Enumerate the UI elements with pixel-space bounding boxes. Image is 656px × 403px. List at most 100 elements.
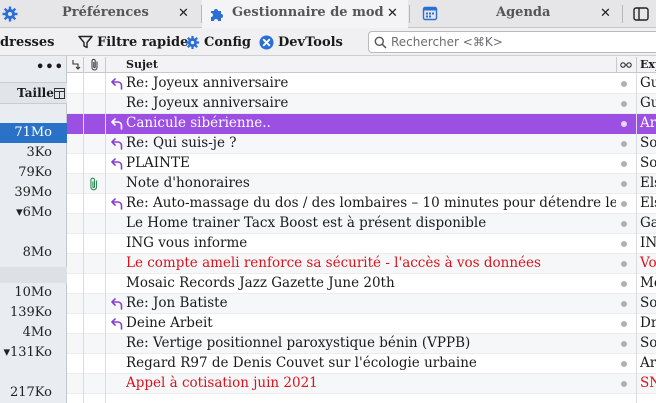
message-row[interactable]: Appel à cotisation juin 2021 SN [67,374,656,394]
message-row[interactable]: PLAINTE Sol [67,154,656,174]
folder-size[interactable]: ▾131Ko [0,345,52,360]
read-status-dot[interactable] [621,81,627,87]
read-status-dot[interactable] [621,261,627,267]
message-row[interactable]: Le Home trainer Tacx Boost est à présent… [67,214,656,234]
tab-module-manager[interactable]: Gestionnaire de modules ✕ [202,0,408,28]
attachment-column-icon[interactable] [90,58,100,71]
thread-column-icon[interactable] [71,59,81,70]
read-status-dot[interactable] [621,101,627,107]
sender-column-label: Exp [640,58,656,71]
folder-size[interactable]: 4Mo [0,325,52,340]
close-icon[interactable]: ✕ [178,6,189,21]
read-status-column-icon[interactable] [620,61,632,69]
close-icon[interactable]: ✕ [387,6,398,21]
message-row[interactable]: Re: Joyeux anniversaire Gu [67,74,656,94]
read-status-dot[interactable] [621,241,627,247]
folder-size[interactable]: ▾6Mo [0,205,52,220]
folder-size[interactable]: 79Ko [0,165,52,180]
read-status-dot[interactable] [621,281,627,287]
read-status-dot[interactable] [621,361,627,367]
message-subject: Re: Qui suis-je ? [126,135,237,151]
reply-icon [111,158,123,170]
quick-filter-button[interactable]: Filtre rapide [78,28,188,56]
message-sender: Dr [640,315,656,331]
message-row[interactable]: Re: Auto-massage du dos / des lombaires … [67,194,656,214]
message-subject: Appel à cotisation juin 2021 [126,375,318,391]
folder-size[interactable]: 139Ko [0,305,52,320]
read-status-dot[interactable] [621,181,627,187]
address-book-button[interactable]: dresses [0,28,54,56]
read-status-dot[interactable] [621,161,627,167]
message-sender: Vo [640,255,656,271]
read-status-dot[interactable] [621,321,627,327]
read-status-dot[interactable] [621,141,627,147]
close-icon[interactable]: ✕ [600,6,611,21]
reply-icon [111,298,123,310]
message-sender: Els [640,175,656,191]
message-sender: Sol [640,295,656,311]
read-status-dot[interactable] [621,301,627,307]
message-row[interactable]: Mosaic Records Jazz Gazette June 20th Mo [67,274,656,294]
column-picker-icon[interactable] [54,88,65,99]
search-icon [374,36,387,49]
folder-pane-menu-button[interactable]: ••• [36,60,64,75]
subject-column-header[interactable]: Sujet [126,56,158,73]
tab-preferences-label: Préférences [62,5,149,20]
message-list: Sujet Exp Re: Joyeux anniversaireGuRe: J… [67,56,656,403]
message-subject: Re: Joyeux anniversaire [126,95,289,111]
message-row[interactable]: Deine Arbeit Dr [67,314,656,334]
reply-icon [111,198,123,210]
message-row[interactable]: Re: Qui suis-je ? Sol [67,134,656,154]
config-button[interactable]: Config [185,28,251,56]
folder-size[interactable]: 217Ko [0,385,52,400]
message-subject: Canicule sibérienne.. [126,115,271,131]
tab-left-gear[interactable] [0,0,40,28]
message-sender: Ar [640,355,656,371]
search-box[interactable] [368,31,656,53]
read-status-dot[interactable] [621,381,627,387]
gear-icon [2,6,18,22]
address-book-label: dresses [0,34,55,50]
message-subject: Note d'honoraires [126,175,250,191]
read-status-dot[interactable] [621,341,627,347]
tab-preferences[interactable]: Préférences ✕ [40,0,200,28]
read-status-dot[interactable] [621,201,627,207]
devtools-button[interactable]: DevTools [259,28,343,56]
message-subject: Regard R97 de Denis Couvet sur l'écologi… [126,355,477,371]
search-input[interactable] [391,35,651,49]
folder-size[interactable]: 10Mo [0,285,52,300]
read-status-dot[interactable] [621,221,627,227]
tab-agenda[interactable]: Agenda ✕ [410,0,620,28]
folder-size[interactable]: 71Mo [0,125,52,140]
message-row[interactable]: Re: Vertige positionnel paroxystique bén… [67,334,656,354]
calendar-icon [422,6,438,21]
tab-agenda-label: Agenda [496,5,551,20]
message-sender: Ar [640,115,656,131]
message-row[interactable]: Re: Joyeux anniversaire Gu [67,94,656,114]
folder-size[interactable]: 39Mo [0,185,52,200]
subject-column-label: Sujet [126,58,159,71]
read-status-dot[interactable] [621,121,627,127]
message-row[interactable]: ING vous informe IN [67,234,656,254]
reply-icon [111,78,123,90]
devtools-label: DevTools [278,34,343,50]
message-sender: Ga [640,215,656,231]
folder-size[interactable]: 8Mo [0,245,52,260]
message-row[interactable]: Regard R97 de Denis Couvet sur l'écologi… [67,354,656,374]
size-column-label: Taille [17,86,54,100]
folder-size[interactable]: 3Ko [0,145,52,160]
reply-icon [111,118,123,130]
sidebar-toggle-icon[interactable] [633,7,649,21]
puzzle-icon [211,9,223,21]
config-label: Config [204,34,252,50]
message-row[interactable]: Le compte ameli renforce sa sécurité - l… [67,254,656,274]
message-row[interactable]: Note d'honoraires Els [67,174,656,194]
message-row-selected[interactable]: Canicule sibérienne.. Ar [67,114,656,134]
gear-icon [185,35,200,49]
size-column-header[interactable]: Taille [0,82,67,104]
message-subject: ING vous informe [126,235,248,251]
message-row[interactable]: Re: Jon Batiste Sol [67,294,656,314]
message-sender: Gu [640,75,656,91]
message-sender: Sol [640,155,656,171]
sender-column-header[interactable]: Exp [640,56,656,73]
